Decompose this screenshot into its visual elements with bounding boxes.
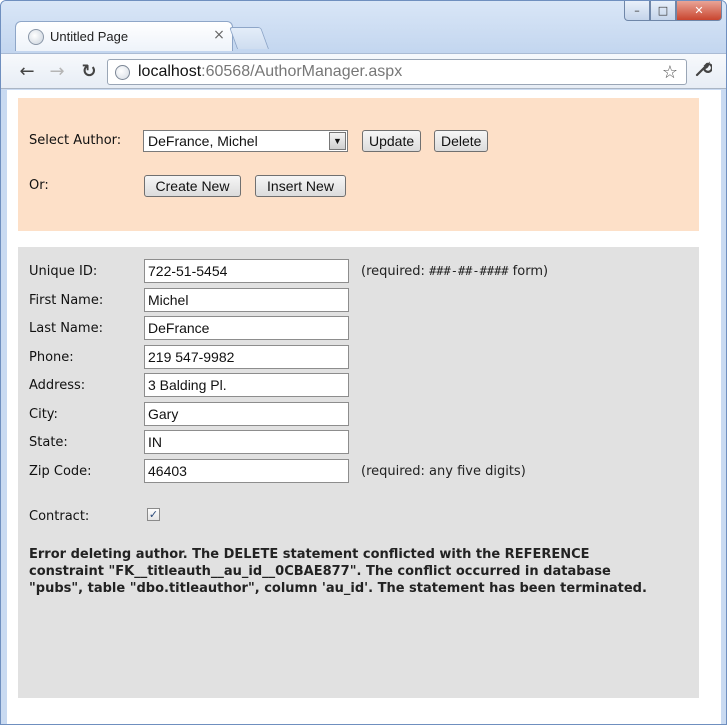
unique-id-hint: (required: ###-##-#### form) bbox=[361, 264, 549, 279]
checkmark-icon: ✓ bbox=[148, 508, 159, 521]
browser-toolbar: ← → ↻ localhost:60568/AuthorManager.aspx… bbox=[1, 53, 726, 89]
contract-label: Contract: bbox=[29, 509, 90, 524]
first-name-field[interactable]: Michel bbox=[144, 288, 349, 312]
address-bar[interactable]: localhost:60568/AuthorManager.aspx ☆ bbox=[107, 59, 687, 85]
maximize-button[interactable]: □ bbox=[650, 1, 676, 21]
last-name-field[interactable]: DeFrance bbox=[144, 316, 349, 340]
title-bar: Untitled Page × – □ ✕ bbox=[1, 1, 726, 53]
unique-id-field[interactable]: 722-51-5454 bbox=[144, 259, 349, 283]
address-label: Address: bbox=[29, 378, 86, 393]
browser-tab[interactable]: Untitled Page × bbox=[15, 21, 233, 51]
state-field[interactable]: IN bbox=[144, 430, 349, 454]
delete-button[interactable]: Delete bbox=[434, 130, 489, 152]
browser-window: Untitled Page × – □ ✕ ← → ↻ localhost:60… bbox=[0, 0, 727, 725]
bookmark-star-icon[interactable]: ☆ bbox=[662, 62, 678, 83]
tab-close-icon[interactable]: × bbox=[212, 27, 226, 43]
select-author-label: Select Author: bbox=[29, 133, 122, 148]
url-text[interactable]: localhost:60568/AuthorManager.aspx bbox=[138, 63, 402, 81]
or-label: Or: bbox=[29, 178, 49, 193]
wrench-icon bbox=[695, 61, 714, 77]
contract-checkbox[interactable]: ✓ bbox=[147, 508, 160, 521]
forward-arrow-icon[interactable]: → bbox=[45, 60, 69, 84]
unique-id-label: Unique ID: bbox=[29, 264, 98, 279]
state-label: State: bbox=[29, 435, 68, 450]
back-arrow-icon[interactable]: ← bbox=[15, 60, 39, 84]
reload-icon[interactable]: ↻ bbox=[77, 60, 101, 84]
author-dropdown-value: DeFrance, Michel bbox=[148, 133, 258, 149]
chevron-down-icon[interactable]: ▼ bbox=[329, 132, 346, 150]
zip-code-label: Zip Code: bbox=[29, 464, 92, 479]
page-favicon-icon bbox=[28, 29, 44, 45]
close-window-button[interactable]: ✕ bbox=[676, 1, 722, 21]
window-controls: – □ ✕ bbox=[624, 1, 722, 21]
author-dropdown[interactable]: DeFrance, Michel ▼ bbox=[143, 130, 348, 152]
zip-code-field[interactable]: 46403 bbox=[144, 459, 349, 483]
city-label: City: bbox=[29, 407, 58, 422]
address-field[interactable]: 3 Balding Pl. bbox=[144, 373, 349, 397]
insert-new-button[interactable]: Insert New bbox=[255, 175, 346, 197]
phone-field[interactable]: 219 547-9982 bbox=[144, 345, 349, 369]
new-tab-button[interactable] bbox=[228, 27, 270, 49]
zip-code-hint: (required: any five digits) bbox=[361, 464, 526, 479]
page-icon bbox=[115, 65, 130, 80]
first-name-label: First Name: bbox=[29, 293, 104, 308]
city-field[interactable]: Gary bbox=[144, 402, 349, 426]
last-name-label: Last Name: bbox=[29, 321, 103, 336]
author-details-panel: Unique ID: 722-51-5454 (required: ###-##… bbox=[18, 247, 699, 698]
author-selector-panel: Select Author: DeFrance, Michel ▼ Update… bbox=[18, 98, 699, 231]
minimize-button[interactable]: – bbox=[624, 1, 650, 21]
phone-label: Phone: bbox=[29, 350, 74, 365]
update-button[interactable]: Update bbox=[362, 130, 422, 152]
error-message: Error deleting author. The DELETE statem… bbox=[29, 547, 647, 596]
tab-title: Untitled Page bbox=[50, 29, 129, 44]
page-viewport: Select Author: DeFrance, Michel ▼ Update… bbox=[7, 90, 721, 724]
wrench-menu-icon[interactable] bbox=[691, 60, 715, 84]
create-new-button[interactable]: Create New bbox=[144, 175, 241, 197]
